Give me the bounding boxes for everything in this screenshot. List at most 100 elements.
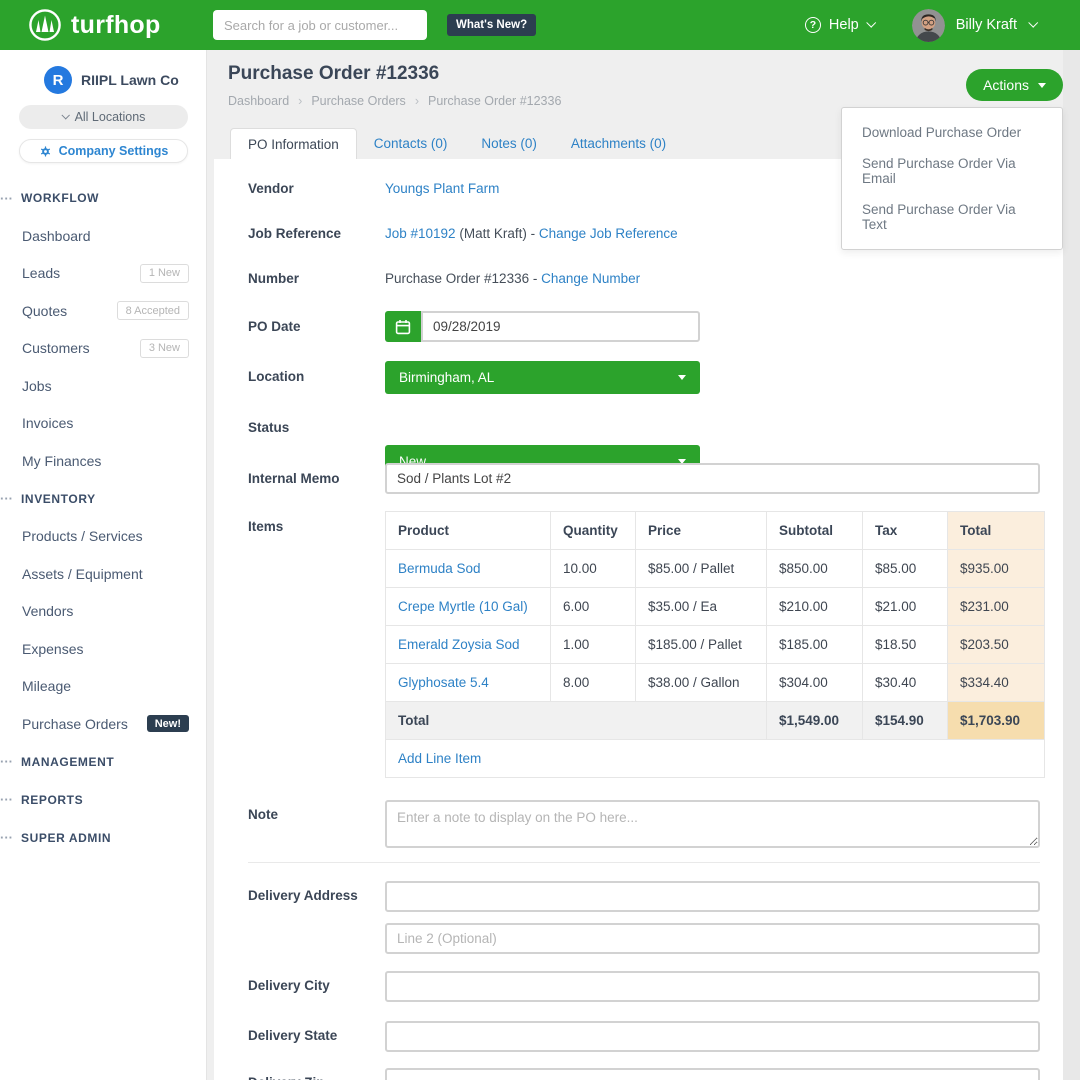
vertical-scrollbar[interactable] xyxy=(1063,50,1080,1080)
sidebar-badge: 1 New xyxy=(140,264,189,283)
sidebar-item-expenses[interactable]: Expenses xyxy=(0,630,206,668)
help-menu[interactable]: ? Help xyxy=(805,17,874,33)
breadcrumb-item[interactable]: Purchase Orders xyxy=(311,94,405,108)
section-dashes-icon: ··· xyxy=(0,191,13,206)
table-total-row: Total$1,549.00$154.90$1,703.90 xyxy=(386,702,1045,740)
total-grand-cell: $1,703.90 xyxy=(948,702,1045,740)
sidebar-section-reports: ···REPORTS xyxy=(0,781,206,819)
sidebar-item-label: Jobs xyxy=(22,378,189,394)
section-divider xyxy=(248,862,1040,863)
search-input[interactable] xyxy=(213,10,427,40)
sidebar-item-label: Expenses xyxy=(22,641,189,657)
chevron-down-icon[interactable] xyxy=(1028,18,1038,28)
sidebar-item-label: Quotes xyxy=(22,303,117,319)
price-cell: $85.00 / Pallet xyxy=(636,550,767,588)
items-table-head-row: ProductQuantityPriceSubtotalTaxTotal xyxy=(386,512,1045,550)
sidebar-section-label: MANAGEMENT xyxy=(21,755,114,769)
status-label: Status xyxy=(248,420,289,435)
sidebar-item-purchase-orders[interactable]: Purchase OrdersNew! xyxy=(0,705,206,743)
items-label: Items xyxy=(248,519,283,534)
items-table: ProductQuantityPriceSubtotalTaxTotal Ber… xyxy=(385,511,1045,778)
sidebar-item-products-services[interactable]: Products / Services xyxy=(0,518,206,556)
sidebar-item-jobs[interactable]: Jobs xyxy=(0,367,206,405)
sidebar-item-customers[interactable]: Customers3 New xyxy=(0,330,206,368)
delivery-address-line2-input[interactable] xyxy=(385,923,1040,954)
sidebar-item-my-finances[interactable]: My Finances xyxy=(0,442,206,480)
quantity-cell: 6.00 xyxy=(551,588,636,626)
job-reference-text: (Matt Kraft) - xyxy=(456,226,539,241)
delivery-city-input[interactable] xyxy=(385,971,1040,1002)
brand-name: turfhop xyxy=(71,11,161,40)
calendar-icon[interactable] xyxy=(385,311,421,342)
quantity-cell: 10.00 xyxy=(551,550,636,588)
product-link[interactable]: Bermuda Sod xyxy=(398,561,481,576)
menu-item-send-purchase-order-via-email[interactable]: Send Purchase Order Via Email xyxy=(842,148,1062,194)
sidebar-item-quotes[interactable]: Quotes8 Accepted xyxy=(0,292,206,330)
vendor-link[interactable]: Youngs Plant Farm xyxy=(385,181,499,196)
gear-icon xyxy=(39,145,52,158)
total-label-cell: Total xyxy=(386,702,767,740)
quantity-cell: 8.00 xyxy=(551,664,636,702)
sidebar-item-invoices[interactable]: Invoices xyxy=(0,405,206,443)
change-number-link[interactable]: Change Number xyxy=(541,271,640,286)
menu-item-send-purchase-order-via-text[interactable]: Send Purchase Order Via Text xyxy=(842,194,1062,240)
sidebar-item-mileage[interactable]: Mileage xyxy=(0,668,206,706)
section-dashes-icon: ··· xyxy=(0,792,13,807)
location-value: Birmingham, AL xyxy=(399,370,494,385)
number-value: Purchase Order #12336 - Change Number xyxy=(385,271,640,286)
sidebar-sections: ···WORKFLOWDashboardLeads1 NewQuotes8 Ac… xyxy=(0,179,206,857)
column-header-subtotal: Subtotal xyxy=(767,512,863,550)
total-cell: $203.50 xyxy=(948,626,1045,664)
sidebar-item-dashboard[interactable]: Dashboard xyxy=(0,217,206,255)
tab-notes-0[interactable]: Notes (0) xyxy=(464,128,554,159)
product-cell: Glyphosate 5.4 xyxy=(386,664,551,702)
menu-item-download-purchase-order[interactable]: Download Purchase Order xyxy=(842,117,1062,148)
tab-attachments-0[interactable]: Attachments (0) xyxy=(554,128,683,159)
delivery-zip-input[interactable] xyxy=(385,1068,1040,1080)
note-label: Note xyxy=(248,807,278,822)
user-avatar[interactable] xyxy=(912,9,945,42)
total-tax-cell: $154.90 xyxy=(863,702,948,740)
actions-button[interactable]: Actions xyxy=(966,69,1063,101)
po-date-label: PO Date xyxy=(248,319,301,334)
breadcrumb-item: Purchase Order #12336 xyxy=(428,94,561,108)
job-link[interactable]: Job #10192 xyxy=(385,226,456,241)
table-row: Bermuda Sod10.00$85.00 / Pallet$850.00$8… xyxy=(386,550,1045,588)
product-link[interactable]: Crepe Myrtle (10 Gal) xyxy=(398,599,528,614)
all-locations-selector[interactable]: All Locations xyxy=(19,105,188,129)
sidebar-badge: 3 New xyxy=(140,339,189,358)
total-cell: $935.00 xyxy=(948,550,1045,588)
sidebar-item-vendors[interactable]: Vendors xyxy=(0,593,206,631)
delivery-city-label: Delivery City xyxy=(248,978,330,993)
product-link[interactable]: Emerald Zoysia Sod xyxy=(398,637,520,652)
add-line-item-link[interactable]: Add Line Item xyxy=(398,751,481,766)
product-cell: Crepe Myrtle (10 Gal) xyxy=(386,588,551,626)
company-settings-button[interactable]: Company Settings xyxy=(19,139,188,163)
internal-memo-input[interactable] xyxy=(385,463,1040,494)
brand-logo[interactable]: turfhop xyxy=(28,8,161,42)
whats-new-button[interactable]: What's New? xyxy=(447,14,536,36)
table-row: Glyphosate 5.48.00$38.00 / Gallon$304.00… xyxy=(386,664,1045,702)
sidebar-item-assets-equipment[interactable]: Assets / Equipment xyxy=(0,555,206,593)
note-textarea[interactable] xyxy=(385,800,1040,848)
location-select[interactable]: Birmingham, AL xyxy=(385,361,700,394)
delivery-address-input[interactable] xyxy=(385,881,1040,912)
change-job-reference-link[interactable]: Change Job Reference xyxy=(539,226,678,241)
section-dashes-icon: ··· xyxy=(0,830,13,845)
breadcrumb-separator: › xyxy=(298,94,302,108)
sidebar-item-label: Assets / Equipment xyxy=(22,566,189,582)
delivery-state-input[interactable] xyxy=(385,1021,1040,1052)
chevron-down-icon xyxy=(866,18,876,28)
sidebar-section-heading: ···SUPER ADMIN xyxy=(0,819,206,857)
number-label: Number xyxy=(248,271,299,286)
tab-po-information[interactable]: PO Information xyxy=(230,128,357,159)
breadcrumb-item[interactable]: Dashboard xyxy=(228,94,289,108)
sidebar-item-leads[interactable]: Leads1 New xyxy=(0,255,206,293)
tab-contacts-0[interactable]: Contacts (0) xyxy=(357,128,465,159)
po-date-input[interactable] xyxy=(421,311,700,342)
breadcrumb-separator: › xyxy=(415,94,419,108)
product-link[interactable]: Glyphosate 5.4 xyxy=(398,675,489,690)
page-title: Purchase Order #12336 xyxy=(228,63,439,85)
sidebar-section-workflow: ···WORKFLOWDashboardLeads1 NewQuotes8 Ac… xyxy=(0,179,206,480)
tax-cell: $18.50 xyxy=(863,626,948,664)
